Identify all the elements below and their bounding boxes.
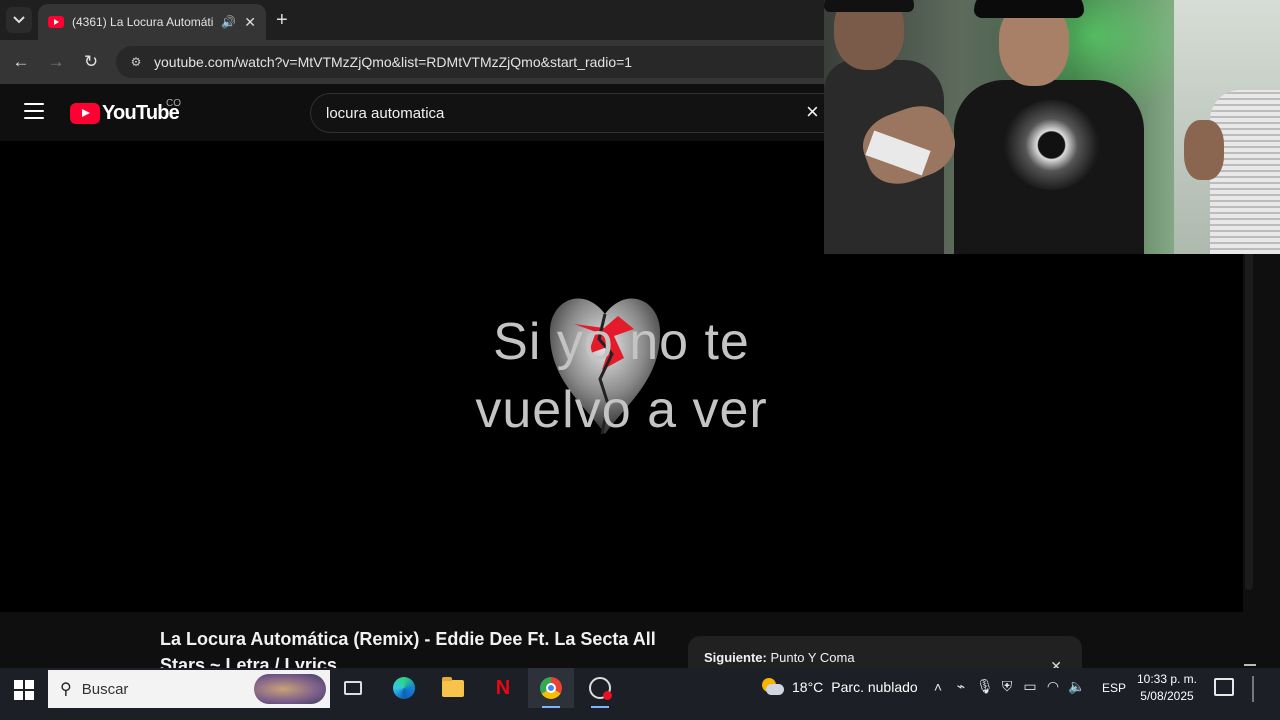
active-indicator: [591, 706, 609, 708]
tab-title: (4361) La Locura Automática (Remix) - Ed…: [72, 15, 214, 29]
netflix-button[interactable]: N: [480, 668, 526, 708]
search-input[interactable]: locura automatica: [310, 93, 840, 133]
chrome-icon: [540, 677, 562, 699]
up-next-label: Siguiente:: [704, 650, 767, 665]
weather-widget[interactable]: 18°C Parc. nublado: [760, 676, 918, 698]
active-indicator: [542, 706, 560, 708]
youtube-favicon-icon: [48, 16, 64, 28]
forward-arrow-icon[interactable]: →: [45, 52, 67, 72]
reload-icon[interactable]: ↻: [80, 52, 102, 72]
windows-start-icon[interactable]: [14, 680, 34, 700]
task-view-icon: [344, 681, 362, 695]
edge-button[interactable]: [381, 668, 427, 708]
webcam-person-left-cap: [824, 0, 914, 12]
youtube-logo[interactable]: YouTube: [70, 102, 180, 125]
weather-condition: Parc. nublado: [831, 679, 918, 695]
netflix-icon: N: [495, 676, 511, 699]
microphone-icon[interactable]: 🎙: [976, 678, 994, 695]
screen: (4361) La Locura Automática (Remix) - Ed…: [0, 0, 1280, 720]
obs-button[interactable]: [577, 668, 623, 708]
webcam-shirt-print: [1004, 100, 1099, 190]
system-tray: ˄ ⌁ 🎙 ⛨ ▭ ◠ 🔈: [930, 678, 1086, 695]
scrollbar-thumb[interactable]: [1245, 250, 1253, 590]
weather-temp: 18°C: [792, 679, 824, 695]
menu-icon[interactable]: [24, 103, 44, 119]
youtube-play-icon: [70, 103, 100, 124]
search-icon: ⚲: [60, 681, 72, 698]
clock[interactable]: 10:33 p. m. 5/08/2025: [1130, 671, 1204, 705]
taskbar-search-input[interactable]: ⚲ Buscar: [48, 670, 330, 708]
new-tab-button[interactable]: +: [276, 9, 288, 32]
lyric-line-2: vuelvo a ver: [475, 381, 768, 439]
show-desktop-button[interactable]: [1252, 676, 1254, 702]
taskbar-search-placeholder: Buscar: [81, 680, 129, 698]
webcam-person-right-arm: [1184, 120, 1224, 180]
clock-date: 5/08/2025: [1140, 689, 1194, 703]
search-highlight-image: [254, 674, 326, 704]
webcam-person-center-cap: [974, 0, 1084, 18]
usb-icon[interactable]: ⌁: [953, 678, 969, 695]
webcam-person-right: [1210, 90, 1280, 254]
url-text: youtube.com/watch?v=MtVTMzZjQmo&list=RDM…: [154, 54, 633, 70]
file-explorer-button[interactable]: [430, 668, 476, 708]
battery-icon[interactable]: ▭: [1022, 678, 1038, 695]
webcam-overlay: [824, 0, 1280, 254]
folder-icon: [442, 676, 464, 697]
wifi-icon[interactable]: ◠: [1045, 678, 1061, 695]
browser-tab-active[interactable]: (4361) La Locura Automática (Remix) - Ed…: [38, 4, 266, 40]
obs-recording-icon: [589, 677, 612, 700]
chrome-button[interactable]: [528, 668, 574, 708]
back-arrow-icon[interactable]: ←: [10, 52, 32, 72]
notifications-icon[interactable]: [1214, 678, 1234, 696]
volume-icon[interactable]: 🔈: [1068, 678, 1085, 695]
tab-search-button[interactable]: [6, 7, 32, 33]
security-icon[interactable]: ⛨: [999, 678, 1015, 695]
windows-taskbar: ⚲ Buscar N 18°C Parc. nublado ˄ ⌁ 🎙 ⛨ ▭ …: [0, 668, 1280, 720]
clear-search-icon[interactable]: ×: [806, 101, 819, 123]
up-next-title: Punto Y Coma: [770, 650, 855, 665]
country-code: CO: [166, 98, 181, 109]
partly-cloudy-icon: [760, 676, 784, 698]
clock-time: 10:33 p. m.: [1136, 672, 1198, 686]
chevron-up-icon[interactable]: ˄: [930, 679, 946, 695]
lyric-line-1: Si yo no te: [493, 313, 750, 371]
edge-icon: [393, 677, 415, 699]
close-icon[interactable]: ✕: [244, 14, 256, 31]
chevron-down-icon: [13, 16, 25, 24]
task-view-button[interactable]: [330, 668, 376, 708]
speaker-icon[interactable]: 🔊: [221, 15, 236, 29]
language-indicator[interactable]: ESP: [1102, 681, 1126, 695]
site-settings-icon[interactable]: ⚙: [126, 52, 146, 72]
search-value: locura automatica: [326, 104, 445, 122]
